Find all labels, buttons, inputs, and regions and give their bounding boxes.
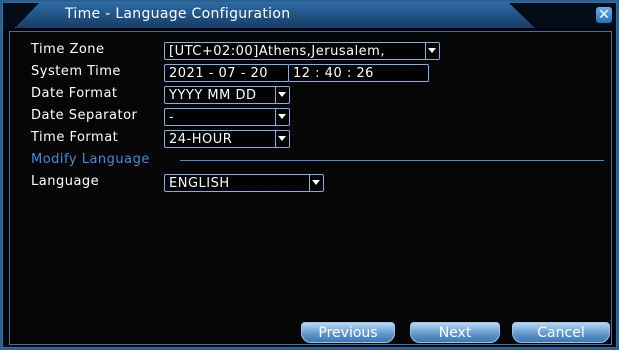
chevron-down-icon[interactable] [275, 87, 289, 103]
chevron-down-icon[interactable] [309, 175, 323, 191]
modify-language-heading: Modify Language [31, 152, 150, 167]
next-button[interactable]: Next [410, 322, 500, 343]
language-select[interactable]: ENGLISH [164, 174, 324, 192]
system-date-value: 2021 - 07 - 20 [169, 66, 269, 81]
time-zone-value: [UTC+02:00]Athens,Jerusalem, [169, 44, 385, 59]
date-format-label: Date Format [31, 86, 118, 101]
cancel-button[interactable]: Cancel [512, 322, 610, 343]
system-time-label: System Time [31, 64, 121, 79]
date-separator-select[interactable]: - [164, 108, 290, 126]
language-label: Language [31, 174, 100, 189]
system-time-input[interactable]: 12 : 40 : 26 [288, 64, 429, 82]
date-separator-label: Date Separator [31, 108, 138, 123]
title-bar: Time - Language Configuration ✕ [3, 3, 616, 28]
time-language-dialog: Time - Language Configuration ✕ Time Zon… [2, 2, 617, 348]
system-time-value: 12 : 40 : 26 [293, 66, 374, 81]
section-divider [180, 160, 604, 161]
date-format-select[interactable]: YYYY MM DD [164, 86, 290, 104]
date-format-value: YYYY MM DD [169, 88, 257, 103]
time-format-value: 24-HOUR [169, 132, 233, 147]
chevron-down-icon[interactable] [275, 131, 289, 147]
close-icon[interactable]: ✕ [596, 7, 612, 23]
chevron-down-icon[interactable] [425, 43, 439, 59]
date-separator-value: - [169, 110, 175, 125]
time-format-label: Time Format [31, 130, 119, 145]
language-value: ENGLISH [169, 176, 230, 191]
time-format-select[interactable]: 24-HOUR [164, 130, 290, 148]
system-date-input[interactable]: 2021 - 07 - 20 [164, 64, 289, 82]
config-panel: Time Zone [UTC+02:00]Athens,Jerusalem, S… [9, 31, 612, 345]
dialog-title: Time - Language Configuration [65, 6, 291, 22]
chevron-down-icon[interactable] [275, 109, 289, 125]
time-zone-select[interactable]: [UTC+02:00]Athens,Jerusalem, [164, 42, 440, 60]
previous-button[interactable]: Previous [301, 322, 395, 343]
time-zone-label: Time Zone [31, 42, 105, 57]
